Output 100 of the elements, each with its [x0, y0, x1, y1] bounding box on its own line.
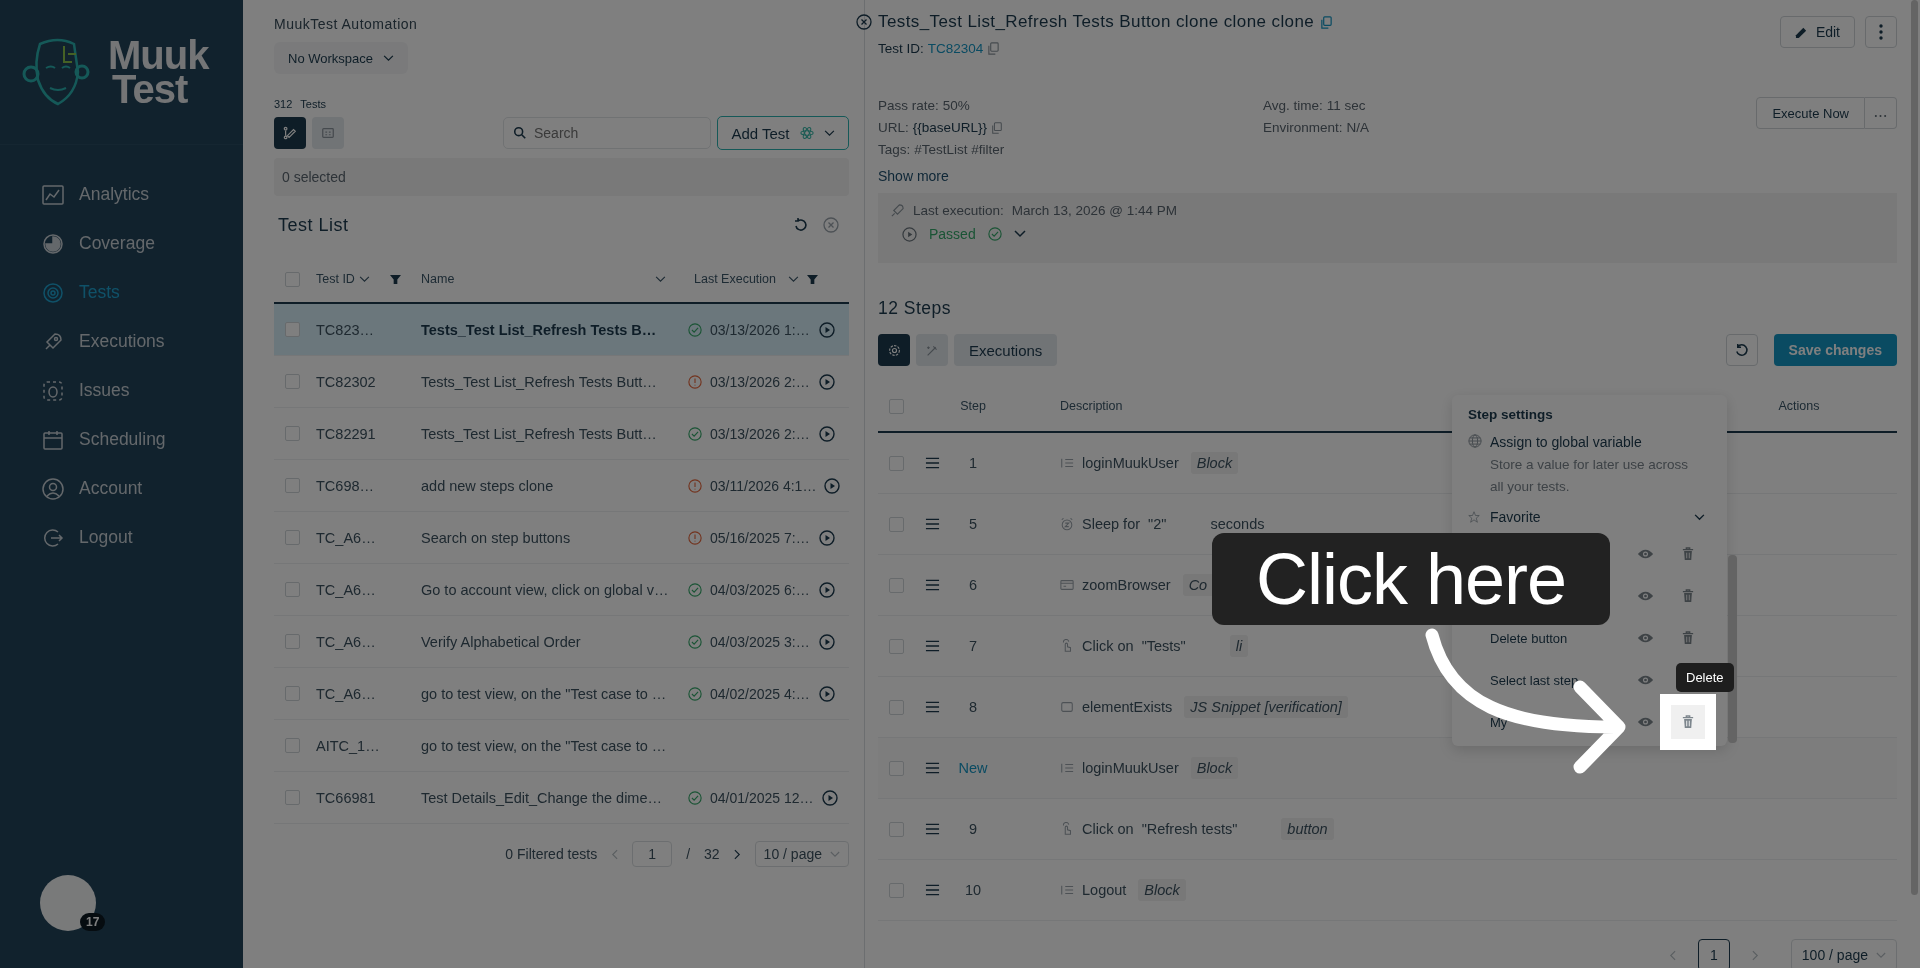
- test-row[interactable]: TC_A6… go to test view, on the "Test case to … 04/02/2025 4:…: [274, 668, 849, 720]
- column-header[interactable]: Last Execution: [694, 272, 776, 286]
- scrollbar[interactable]: [1911, 0, 1918, 895]
- nav-item[interactable]: Logout: [0, 513, 243, 562]
- view-tab[interactable]: [878, 334, 910, 366]
- play-icon[interactable]: [824, 477, 841, 494]
- favorite-step-name[interactable]: My: [1490, 714, 1508, 730]
- checkbox[interactable]: [888, 516, 904, 532]
- scrollbar[interactable]: [1728, 555, 1737, 743]
- more-button[interactable]: [1865, 97, 1897, 129]
- test-row[interactable]: TC82302 Tests_Test List_Refresh Tests Butt… 03/13/2026 2:…: [274, 356, 849, 408]
- play-icon[interactable]: [819, 581, 835, 598]
- checkbox[interactable]: [284, 738, 300, 753]
- sort-icon[interactable]: [655, 275, 666, 283]
- column-header[interactable]: Test ID: [316, 272, 355, 286]
- checkbox[interactable]: [888, 760, 904, 776]
- refresh-icon[interactable]: [793, 217, 809, 233]
- show-more-link[interactable]: Show more: [878, 168, 949, 184]
- checkbox[interactable]: [888, 398, 904, 414]
- test-row[interactable]: TC66981 Test Details_Edit_Change the dime… 04/01/2025 12…: [274, 772, 849, 824]
- workspace-dropdown[interactable]: No Workspace: [274, 42, 408, 74]
- save-changes-button[interactable]: Save changes: [1773, 334, 1897, 366]
- nav-item[interactable]: Executions: [0, 317, 243, 366]
- drag-handle-icon[interactable]: [924, 701, 940, 713]
- play-icon[interactable]: [819, 425, 835, 442]
- favorite-step-name[interactable]: Delete button: [1490, 630, 1568, 646]
- checkbox[interactable]: [284, 582, 300, 597]
- drag-handle-icon[interactable]: [924, 884, 940, 896]
- drag-handle-icon[interactable]: [924, 579, 940, 591]
- menu-item[interactable]: Assign to global variable Store a value for later use across all your tests.: [1468, 434, 1711, 498]
- edit-button[interactable]: Edit: [1779, 16, 1855, 48]
- sort-icon[interactable]: [788, 275, 799, 283]
- checkbox[interactable]: [284, 686, 300, 701]
- previous-page-icon[interactable]: [1668, 949, 1676, 961]
- checkbox[interactable]: [284, 374, 300, 389]
- checkbox[interactable]: [284, 322, 300, 337]
- column-header[interactable]: Name: [421, 272, 455, 286]
- play-icon[interactable]: [819, 633, 835, 650]
- view-toggle[interactable]: [312, 117, 344, 149]
- view-toggle[interactable]: [274, 117, 306, 149]
- nav-item[interactable]: Scheduling: [0, 415, 243, 464]
- eye-icon[interactable]: [1637, 674, 1654, 686]
- nav-item[interactable]: Issues: [0, 366, 243, 415]
- play-icon[interactable]: [902, 226, 917, 242]
- play-icon[interactable]: [819, 529, 835, 546]
- sort-icon[interactable]: [358, 275, 370, 283]
- checkbox[interactable]: [888, 882, 904, 898]
- copy-icon[interactable]: [987, 42, 1001, 55]
- test-row[interactable]: AITC_1… go to test view, on the "Test case to …: [274, 720, 849, 772]
- nav-item[interactable]: Coverage: [0, 219, 243, 268]
- drag-handle-icon[interactable]: [924, 640, 940, 652]
- test-row[interactable]: TC82291 Tests_Test List_Refresh Tests Butt… 03/13/2026 2:…: [274, 408, 849, 460]
- next-page-icon[interactable]: [733, 848, 741, 860]
- page-number[interactable]: 1: [1697, 939, 1730, 968]
- drag-handle-icon[interactable]: [924, 518, 940, 530]
- undo-button[interactable]: [1725, 334, 1758, 366]
- chevron-down-icon[interactable]: [1694, 513, 1705, 521]
- checkbox[interactable]: [888, 821, 904, 837]
- play-icon[interactable]: [819, 373, 835, 390]
- play-icon[interactable]: [821, 789, 838, 806]
- view-tab[interactable]: Executions: [954, 334, 1058, 366]
- test-row[interactable]: TC_A6… Verify Alphabetical Order 04/03/2025 3:…: [274, 616, 849, 668]
- eye-icon[interactable]: [1637, 590, 1654, 602]
- drag-handle-icon[interactable]: [924, 457, 940, 469]
- filter-icon[interactable]: [389, 273, 401, 285]
- play-icon[interactable]: [819, 685, 835, 702]
- previous-page-icon[interactable]: [611, 848, 619, 860]
- add-test-button[interactable]: Add Test: [717, 116, 849, 150]
- checkbox[interactable]: [888, 577, 904, 593]
- eye-icon[interactable]: [1637, 548, 1654, 560]
- checkbox[interactable]: [284, 426, 300, 441]
- test-row[interactable]: TC_A6… Search on step buttons 05/16/2025 7:…: [274, 512, 849, 564]
- checkbox[interactable]: [284, 478, 300, 493]
- checkbox[interactable]: [284, 790, 300, 805]
- checkbox[interactable]: [284, 634, 300, 649]
- checkbox[interactable]: [888, 638, 904, 654]
- nav-item[interactable]: Account: [0, 464, 243, 513]
- checkbox[interactable]: [888, 699, 904, 715]
- test-row[interactable]: TC823… Tests_Test List_Refresh Tests B… 03/13/2026 1:…: [274, 304, 849, 356]
- eye-icon[interactable]: [1637, 716, 1654, 728]
- page-size-select[interactable]: 100 / page: [1790, 939, 1897, 968]
- copy-icon[interactable]: [991, 121, 1004, 134]
- page-size-select[interactable]: 10 / page: [754, 841, 849, 867]
- close-icon[interactable]: [856, 14, 872, 30]
- checkbox[interactable]: [888, 455, 904, 471]
- test-row[interactable]: TC_A6… Go to account view, click on global v… 04/03/2025 6:…: [274, 564, 849, 616]
- checkbox[interactable]: [284, 530, 300, 545]
- more-button[interactable]: [1865, 16, 1897, 48]
- nav-item[interactable]: Analytics: [0, 170, 243, 219]
- drag-handle-icon[interactable]: [924, 823, 940, 835]
- page-input[interactable]: 1: [632, 841, 673, 867]
- close-icon[interactable]: [823, 217, 839, 233]
- chevron-down-icon[interactable]: [1013, 230, 1026, 238]
- copy-icon[interactable]: [1320, 15, 1334, 29]
- test-id-link[interactable]: TC82304: [927, 41, 984, 56]
- checkbox[interactable]: [284, 271, 300, 287]
- drag-handle-icon[interactable]: [924, 762, 940, 774]
- search-field[interactable]: Search: [503, 117, 711, 149]
- execute-now-button[interactable]: Execute Now: [1756, 97, 1865, 129]
- filter-icon[interactable]: [807, 273, 818, 285]
